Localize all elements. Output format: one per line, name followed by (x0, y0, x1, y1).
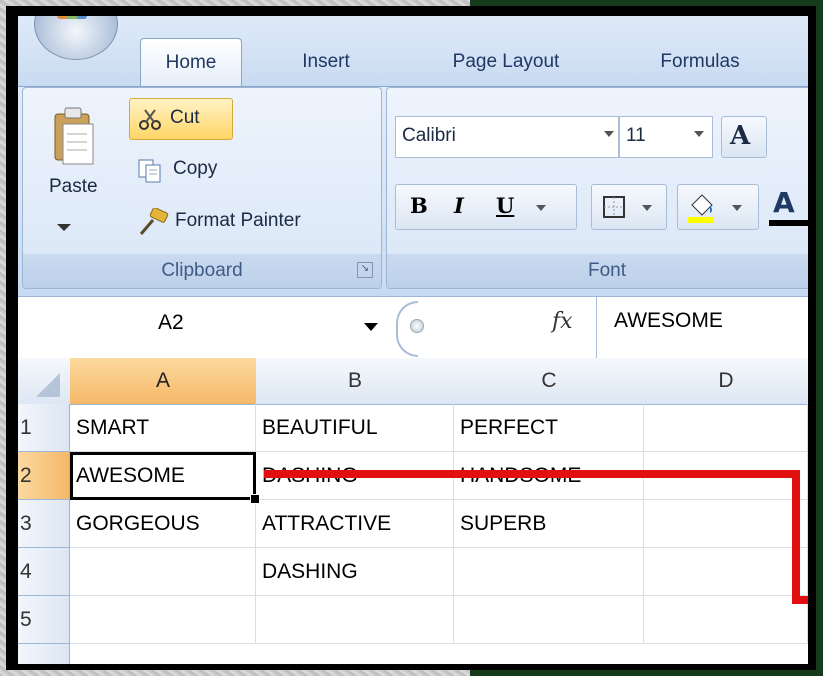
row-header-6[interactable] (18, 644, 70, 664)
underline-button[interactable]: U (496, 193, 514, 218)
cell-c3[interactable]: SUPERB (454, 500, 644, 548)
column-header-d[interactable]: D (644, 358, 808, 405)
format-button-group: B I U (395, 184, 577, 230)
font-size-combo[interactable]: 11 (619, 116, 713, 158)
office-button[interactable] (34, 16, 118, 60)
font-color-swatch (769, 220, 808, 226)
excel-window: Home Insert Page Layout Formulas Paste C… (18, 16, 808, 664)
underline-dropdown-icon[interactable] (536, 205, 546, 211)
tab-page-layout[interactable]: Page Layout (426, 38, 586, 86)
font-name-dropdown-icon[interactable] (604, 131, 614, 137)
clipboard-group-label: Clipboard ↘ (23, 254, 381, 288)
cut-label: Cut (170, 107, 200, 128)
row-header-5[interactable]: 5 (18, 596, 70, 644)
row-header-3[interactable]: 3 (18, 500, 70, 548)
font-name-combo[interactable]: Calibri (395, 116, 619, 158)
clipboard-group: Paste Cut Copy Format Painter Clipboard … (22, 87, 382, 289)
cell-c4[interactable] (454, 548, 644, 596)
tab-insert[interactable]: Insert (276, 38, 376, 86)
paste-dropdown-icon (57, 224, 71, 231)
grow-font-button[interactable]: A (721, 116, 767, 158)
fill-color-button[interactable] (677, 184, 759, 230)
column-header-c[interactable]: C (454, 358, 645, 405)
borders-button[interactable] (591, 184, 667, 230)
cell-b3[interactable]: ATTRACTIVE (256, 500, 454, 548)
select-all-icon (36, 373, 60, 397)
cell-d5[interactable] (644, 596, 808, 644)
font-color-icon: A (773, 186, 795, 219)
formula-bar-knob-icon (410, 319, 424, 333)
fill-handle[interactable] (250, 494, 260, 504)
fill-color-dropdown-icon[interactable] (732, 205, 742, 211)
cell-d4[interactable] (644, 548, 808, 596)
ribbon-home: Paste Cut Copy Format Painter Clipboard … (18, 86, 808, 297)
paste-label: Paste (49, 176, 98, 197)
paste-button[interactable]: Paste (31, 94, 117, 244)
grow-font-icon: A (730, 121, 751, 151)
borders-dropdown-icon[interactable] (642, 205, 652, 211)
copy-icon (138, 159, 161, 183)
name-box-dropdown-icon[interactable] (364, 323, 378, 331)
select-all-corner[interactable] (18, 358, 71, 405)
cell-a5[interactable] (70, 596, 256, 644)
tab-formulas[interactable]: Formulas (640, 38, 760, 86)
cell-b5[interactable] (256, 596, 454, 644)
font-group-label: Font (387, 254, 808, 288)
formula-input[interactable]: AWESOME (614, 309, 723, 333)
worksheet-grid: A B C D 1 2 3 4 5 SMART BEAUTIFUL PERFEC… (18, 358, 808, 664)
formula-bar: A2 fx AWESOME (18, 296, 808, 359)
font-size-dropdown-icon[interactable] (694, 131, 704, 137)
paste-icon (54, 107, 94, 231)
office-logo-icon (57, 16, 87, 19)
scissors-icon (139, 109, 161, 130)
bold-button[interactable]: B (410, 193, 428, 218)
cell-c5[interactable] (454, 596, 644, 644)
row-header-4[interactable]: 4 (18, 548, 70, 596)
column-header-b[interactable]: B (256, 358, 455, 405)
format-painter-icon (139, 208, 169, 235)
tab-home[interactable]: Home (140, 38, 242, 87)
cut-button[interactable]: Cut (129, 98, 233, 140)
dialog-launcher-icon[interactable]: ↘ (357, 262, 373, 278)
name-box[interactable]: A2 (18, 305, 386, 349)
cell-c2[interactable]: HANDSOME (454, 452, 644, 500)
font-group: Calibri 11 A B I U A Font (386, 87, 808, 289)
font-color-button[interactable]: A (767, 184, 808, 228)
cell-a4[interactable] (70, 548, 256, 596)
cell-d3[interactable] (644, 500, 808, 548)
cell-a1[interactable]: SMART (70, 404, 256, 452)
cell-b1[interactable]: BEAUTIFUL (256, 404, 454, 452)
cell-a2[interactable]: AWESOME (70, 452, 256, 500)
cell-d1[interactable] (644, 404, 808, 452)
borders-icon (603, 196, 625, 218)
fill-color-icon (688, 194, 714, 223)
clipboard-group-title: Clipboard (161, 260, 243, 281)
format-painter-label: Format Painter (175, 210, 301, 231)
font-name-value: Calibri (402, 125, 456, 146)
cell-d2[interactable] (644, 452, 808, 500)
font-size-value: 11 (626, 125, 646, 146)
cell-b4[interactable]: DASHING (256, 548, 454, 596)
cell-c1[interactable]: PERFECT (454, 404, 644, 452)
column-header-a[interactable]: A (70, 358, 257, 405)
cell-a3[interactable]: GORGEOUS (70, 500, 256, 548)
row-header-2[interactable]: 2 (18, 452, 70, 500)
formula-bar-divider (596, 297, 597, 359)
italic-button[interactable]: I (454, 193, 464, 218)
copy-label: Copy (173, 158, 218, 179)
cell-b2[interactable]: DASHING (256, 452, 454, 500)
ribbon-tab-bar: Home Insert Page Layout Formulas (18, 16, 808, 87)
format-painter-button[interactable]: Format Painter (129, 202, 377, 242)
font-group-title: Font (587, 260, 627, 281)
insert-function-icon[interactable]: fx (552, 309, 573, 334)
row-header-1[interactable]: 1 (18, 404, 70, 452)
name-box-value: A2 (158, 311, 184, 334)
copy-button[interactable]: Copy (129, 150, 279, 190)
